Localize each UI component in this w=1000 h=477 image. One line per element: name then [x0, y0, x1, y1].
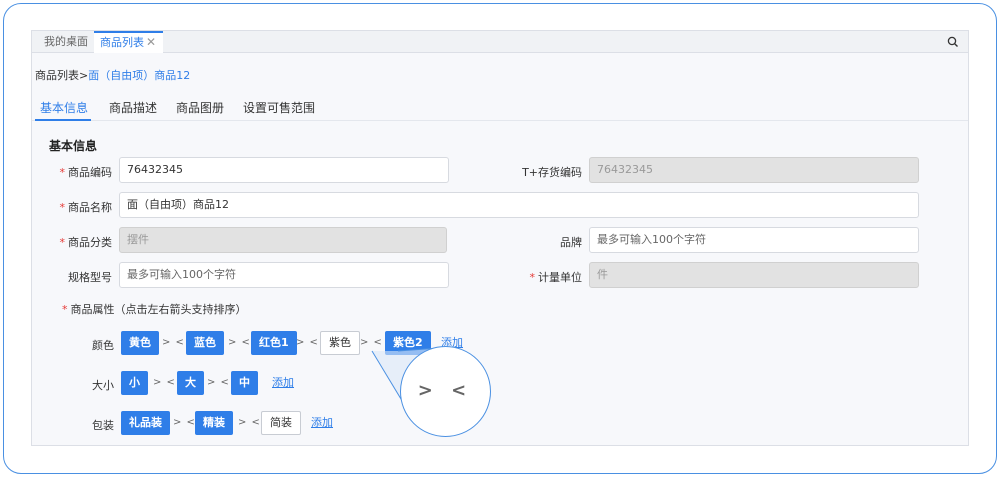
color-chip[interactable]: 黄色 [121, 331, 159, 355]
t-code-label: T+存货编码 [522, 166, 582, 179]
add-package-link[interactable]: 添加 [311, 414, 333, 430]
sort-arrows[interactable]: > < [296, 337, 319, 348]
category-label: * 商品分类 [59, 236, 113, 249]
add-size-link[interactable]: 添加 [272, 374, 294, 390]
package-chip[interactable]: 礼品装 [121, 411, 170, 435]
size-attr-label: 大小 [92, 379, 114, 392]
product-name-input[interactable]: 面（自由项）商品12 [119, 192, 919, 218]
color-attr-label: 颜色 [92, 339, 114, 352]
sort-arrows[interactable]: > < [207, 377, 230, 388]
unit-input: 件 [589, 262, 919, 288]
sort-arrows[interactable]: > < [173, 417, 196, 428]
tab-sale-range[interactable]: 设置可售范围 [243, 99, 315, 116]
tab-product-list[interactable]: 商品列表 ✕ [94, 31, 163, 53]
tab-gallery[interactable]: 商品图册 [176, 99, 224, 116]
tab-my-desktop[interactable]: 我的桌面 [38, 31, 94, 53]
spec-input[interactable]: 最多可输入100个字符 [119, 262, 449, 288]
attributes-label: * 商品属性（点击左右箭头支持排序） [62, 303, 247, 316]
breadcrumb-parent[interactable]: 商品列表> [35, 69, 88, 82]
brand-input[interactable]: 最多可输入100个字符 [589, 227, 919, 253]
product-code-input[interactable]: 76432345 [119, 157, 449, 183]
package-chip[interactable]: 精装 [195, 411, 233, 435]
sort-arrows[interactable]: > < [228, 337, 251, 348]
breadcrumb-current: 面（自由项）商品12 [88, 69, 191, 82]
main-content: 商品列表>面（自由项）商品12 基本信息 商品描述 商品图册 设置可售范围 基本… [32, 53, 968, 445]
unit-label: * 计量单位 [529, 271, 583, 284]
size-chip[interactable]: 大 [177, 371, 204, 395]
sort-arrows[interactable]: > < [153, 377, 176, 388]
section-title: 基本信息 [49, 139, 98, 153]
color-chip[interactable]: 蓝色 [186, 331, 224, 355]
category-input: 摆件 [119, 227, 447, 253]
size-chip[interactable]: 小 [121, 371, 148, 395]
sort-arrows[interactable]: > < [360, 337, 383, 348]
color-chip[interactable]: 红色1 [251, 331, 297, 355]
detail-tabs: 基本信息 商品描述 商品图册 设置可售范围 [32, 91, 968, 121]
tab-product-list-label: 商品列表 [100, 36, 144, 49]
color-chip[interactable]: 紫色 [320, 331, 360, 355]
package-attr-label: 包装 [92, 419, 114, 432]
search-icon[interactable] [946, 35, 960, 49]
brand-label: 品牌 [560, 236, 582, 249]
tab-description[interactable]: 商品描述 [109, 99, 157, 116]
product-code-label: * 商品编码 [59, 166, 113, 179]
t-code-input: 76432345 [589, 157, 919, 183]
tab-bar: 我的桌面 商品列表 ✕ [32, 31, 968, 53]
sort-arrows[interactable]: > < [162, 337, 185, 348]
tab-basic-info[interactable]: 基本信息 [40, 99, 88, 116]
spec-label: 规格型号 [68, 271, 112, 284]
close-icon[interactable]: ✕ [146, 33, 156, 52]
app-window: 我的桌面 商品列表 ✕ 商品列表>面（自由项）商品12 基本信息 商品描述 商品… [31, 30, 969, 446]
active-tab-indicator [35, 119, 91, 121]
size-chip[interactable]: 中 [231, 371, 258, 395]
zoom-magnifier: > < [400, 346, 491, 437]
product-name-label: * 商品名称 [59, 201, 113, 214]
package-chip[interactable]: 简装 [261, 411, 301, 435]
breadcrumb: 商品列表>面（自由项）商品12 [35, 67, 190, 83]
sort-arrows[interactable]: > < [238, 417, 261, 428]
zoom-sort-arrows: > < [417, 380, 473, 401]
